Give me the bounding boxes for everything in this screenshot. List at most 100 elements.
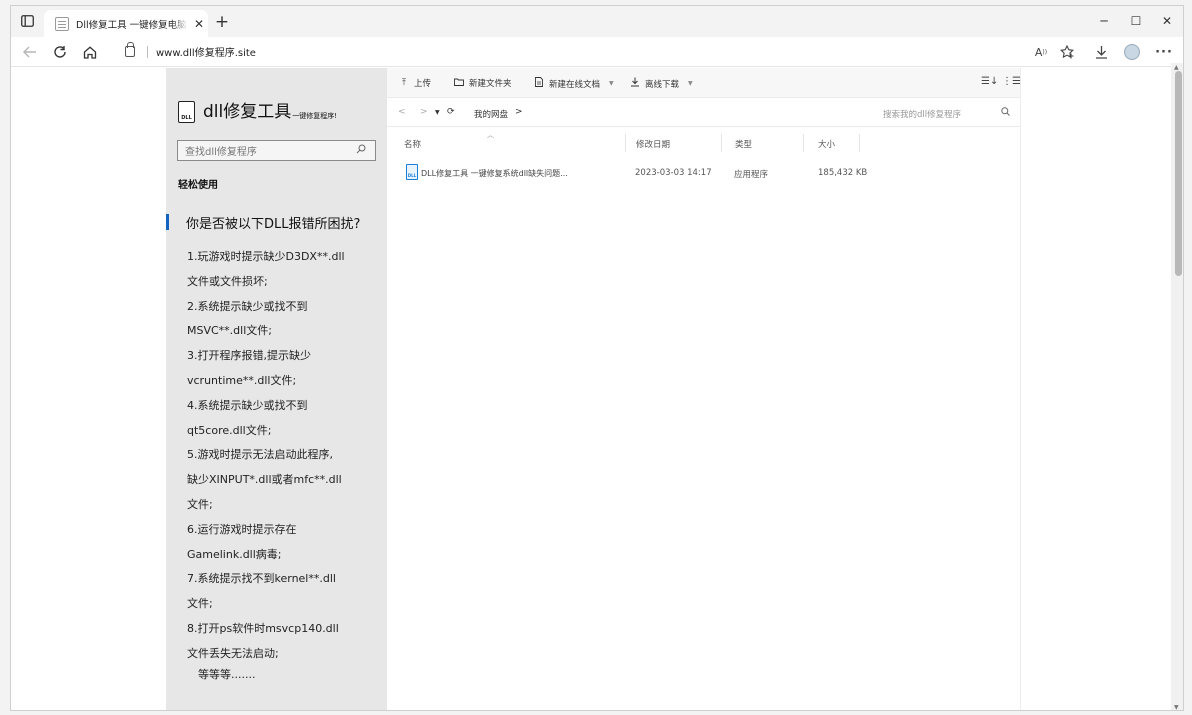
issue-line: 8.打开ps软件时msvcp140.dll bbox=[187, 621, 339, 635]
sort-icon[interactable]: ☰↓ bbox=[981, 76, 998, 87]
offline-download-label: 离线下载 bbox=[645, 79, 680, 90]
issue-line: 文件或文件损坏; bbox=[187, 274, 268, 288]
column-header-type[interactable]: 类型 bbox=[735, 138, 752, 150]
sidebar: DLL dll修复工具 一键修复程序! 查找dll修复程序 轻松使用 你是否被以… bbox=[166, 68, 387, 710]
minimize-button[interactable]: ─ bbox=[1089, 12, 1119, 30]
issue-line: 文件丢失无法启动; bbox=[187, 646, 279, 660]
scrollbar-thumb[interactable] bbox=[1175, 71, 1182, 276]
column-header-size[interactable]: 大小 bbox=[818, 138, 835, 150]
new-tab-button[interactable]: + bbox=[212, 12, 232, 32]
file-type: 应用程序 bbox=[734, 170, 769, 180]
issue-line: Gamelink.dll病毒; bbox=[187, 547, 282, 561]
upload-button[interactable]: ⤒ 上传 bbox=[399, 77, 431, 89]
search-icon[interactable] bbox=[1001, 107, 1010, 119]
issue-line: 1.玩游戏时提示缺少D3DX**.dll bbox=[187, 250, 345, 263]
issue-line: 3.打开程序报错,提示缺少 bbox=[187, 349, 311, 363]
issue-line: MSVC**.dll文件; bbox=[187, 324, 272, 338]
column-header-name[interactable]: 名称 bbox=[404, 138, 421, 150]
column-divider bbox=[859, 134, 860, 152]
breadcrumb-arrow: > bbox=[515, 107, 523, 117]
issue-line: vcruntime**.dll文件; bbox=[187, 373, 297, 387]
issue-line: 6.运行游戏时提示存在 bbox=[187, 522, 297, 536]
scroll-up-icon[interactable]: ▲ bbox=[1174, 64, 1179, 71]
history-dropdown-icon[interactable]: ▼ bbox=[435, 109, 440, 116]
page-favicon-icon bbox=[55, 17, 69, 31]
forward-icon[interactable]: > bbox=[420, 107, 428, 117]
new-folder-label: 新建文件夹 bbox=[469, 79, 512, 89]
issue-line: 2.系统提示缺少或找不到 bbox=[187, 299, 308, 313]
dll-file-icon: DLL bbox=[178, 101, 195, 123]
new-online-doc-button[interactable]: 新建在线文档 ▼ bbox=[534, 77, 614, 90]
home-icon[interactable] bbox=[79, 42, 101, 62]
file-search-input[interactable]: 搜索我的dll修复程序 bbox=[883, 108, 961, 120]
issue-line: 缺少XINPUT*.dll或者mfc**.dll bbox=[187, 473, 342, 487]
read-aloud-icon[interactable]: A)) bbox=[1031, 43, 1051, 61]
tab-close-icon[interactable]: ✕ bbox=[192, 17, 206, 31]
issue-line: qt5core.dll文件; bbox=[187, 423, 272, 437]
maximize-button[interactable]: ☐ bbox=[1121, 12, 1151, 30]
dropdown-caret-icon[interactable]: ▼ bbox=[609, 80, 614, 87]
logo-title: dll修复工具 bbox=[203, 102, 292, 122]
downloads-icon[interactable] bbox=[1091, 43, 1111, 61]
etc-text: 等等等....... bbox=[198, 668, 256, 681]
browser-tab[interactable]: Dll修复工具 一键修复电脑丢失Dll ✕ bbox=[44, 10, 208, 38]
site-info-icon[interactable] bbox=[125, 42, 135, 57]
dropdown-caret-icon[interactable]: ▼ bbox=[688, 80, 693, 87]
browser-window: Dll修复工具 一键修复电脑丢失Dll ✕ + ─ ☐ ✕ www.dll修复程… bbox=[10, 5, 1184, 711]
file-manager: ⤒ 上传 新建文件夹 新建在线文档 ▼ 离线下载 ▼ ☰↓ ⋮☰ < > ▼ ⟳… bbox=[387, 68, 1021, 710]
document-icon bbox=[534, 77, 544, 90]
new-online-doc-label: 新建在线文档 bbox=[549, 79, 601, 90]
file-row[interactable]: DLL DLL修复工具 一键修复系统dll缺失问题... 2023-03-03 … bbox=[387, 160, 1020, 186]
tab-actions-icon[interactable] bbox=[20, 14, 34, 28]
column-header-modified[interactable]: 修改日期 bbox=[636, 138, 670, 150]
refresh-icon[interactable]: ⟳ bbox=[447, 107, 455, 117]
dll-file-icon: DLL bbox=[406, 164, 418, 180]
search-icon[interactable] bbox=[356, 144, 370, 157]
file-name[interactable]: DLL修复工具 一键修复系统dll缺失问题... bbox=[421, 168, 568, 179]
question-heading: 你是否被以下DLL报错所困扰? bbox=[186, 217, 361, 232]
column-divider bbox=[625, 134, 626, 152]
folder-icon bbox=[454, 78, 464, 89]
offline-download-button[interactable]: 离线下载 ▼ bbox=[630, 77, 693, 90]
page-scrollbar[interactable]: ▲ ▼ bbox=[1171, 63, 1183, 710]
add-favorite-icon[interactable] bbox=[1057, 43, 1077, 61]
upload-icon: ⤒ bbox=[402, 78, 406, 88]
back-icon[interactable] bbox=[19, 42, 41, 62]
file-nav-bar: < > ▼ ⟳ 我的网盘 > 搜索我的dll修复程序 bbox=[387, 98, 1020, 127]
issue-line: 文件; bbox=[187, 497, 213, 511]
issue-list: 1.玩游戏时提示缺少D3DX**.dll 文件或文件损坏; 2.系统提示缺少或找不到… bbox=[187, 245, 377, 667]
url-divider bbox=[147, 45, 148, 58]
url-text: www.dll修复程序.site bbox=[156, 48, 256, 59]
accent-bar bbox=[166, 214, 169, 230]
back-icon[interactable]: < bbox=[398, 107, 406, 117]
upload-label: 上传 bbox=[414, 79, 432, 89]
new-folder-button[interactable]: 新建文件夹 bbox=[454, 77, 512, 89]
sidebar-search-input[interactable]: 查找dll修复程序 bbox=[177, 140, 376, 161]
issue-line: 7.系统提示找不到kernel**.dll bbox=[187, 572, 336, 586]
column-divider bbox=[721, 134, 722, 152]
refresh-icon[interactable] bbox=[49, 42, 71, 62]
column-divider bbox=[803, 134, 804, 152]
tab-title: Dll修复工具 一键修复电脑丢失Dll bbox=[76, 20, 188, 31]
search-placeholder: 查找dll修复程序 bbox=[185, 147, 257, 158]
title-bar: Dll修复工具 一键修复电脑丢失Dll ✕ + ─ ☐ ✕ bbox=[11, 6, 1183, 38]
scroll-down-icon[interactable]: ▼ bbox=[1174, 704, 1179, 710]
site-logo[interactable]: DLL dll修复工具 一键修复程序! bbox=[178, 101, 337, 123]
file-modified: 2023-03-03 14:17 bbox=[635, 168, 712, 178]
issue-line: 文件; bbox=[187, 597, 213, 611]
issue-line: 5.游戏时提示无法启动此程序, bbox=[187, 448, 333, 462]
url-field[interactable]: www.dll修复程序.site bbox=[119, 40, 1019, 63]
sort-caret-icon: ︿ bbox=[487, 131, 494, 139]
profile-avatar[interactable] bbox=[1122, 43, 1142, 61]
easy-use-heading: 轻松使用 bbox=[178, 180, 218, 191]
issue-line: 4.系统提示缺少或找不到 bbox=[187, 398, 308, 412]
file-toolbar: ⤒ 上传 新建文件夹 新建在线文档 ▼ 离线下载 ▼ ☰↓ ⋮☰ bbox=[387, 68, 1021, 98]
close-window-button[interactable]: ✕ bbox=[1152, 12, 1182, 30]
file-size: 185,432 KB bbox=[818, 168, 868, 178]
address-bar: www.dll修复程序.site A)) ··· bbox=[11, 37, 1183, 67]
page-content: DLL dll修复工具 一键修复程序! 查找dll修复程序 轻松使用 你是否被以… bbox=[11, 68, 1183, 710]
breadcrumb[interactable]: 我的网盘 bbox=[474, 108, 508, 120]
list-view-icon[interactable]: ⋮☰ bbox=[1002, 76, 1021, 87]
download-icon bbox=[630, 77, 640, 90]
more-options-icon[interactable]: ··· bbox=[1154, 43, 1174, 61]
